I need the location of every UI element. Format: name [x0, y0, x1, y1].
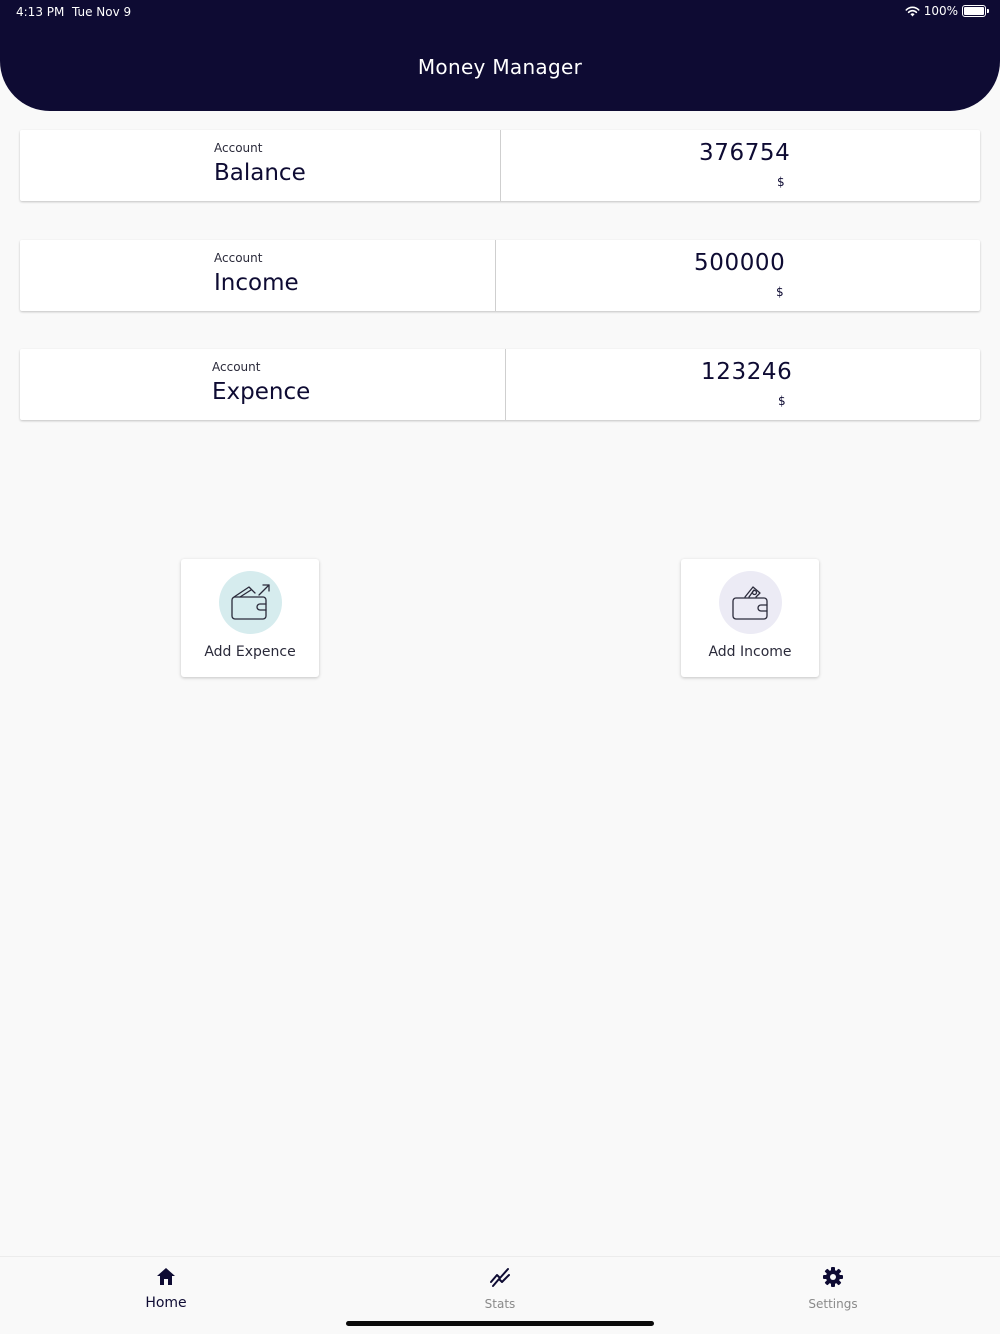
- account-balance-card: Account Balance 376754 $: [20, 130, 980, 201]
- add-income-label: Add Income: [708, 644, 792, 660]
- account-caption: Account: [214, 251, 263, 265]
- wallet-income-icon: [719, 571, 782, 634]
- currency-symbol: $: [777, 175, 785, 189]
- currency-symbol: $: [778, 394, 786, 408]
- nav-label-stats: Stats: [484, 1297, 516, 1311]
- add-expence-label: Add Expence: [204, 644, 296, 660]
- account-card-right: 500000 $: [496, 240, 980, 311]
- nav-label-settings: Settings: [808, 1297, 858, 1311]
- account-card-left: Account Income: [20, 240, 496, 311]
- nav-label-home: Home: [145, 1295, 187, 1311]
- app-header: 4:13 PM Tue Nov 9 100% Money Manager: [0, 0, 1000, 111]
- wallet-expense-icon: [219, 571, 282, 634]
- nav-item-home[interactable]: Home: [106, 1265, 226, 1311]
- account-label: Expence: [212, 379, 311, 405]
- battery-icon: [962, 5, 989, 17]
- page-title: Money Manager: [417, 55, 583, 79]
- account-expence-card: Account Expence 123246 $: [20, 349, 980, 420]
- home-icon: [157, 1268, 175, 1285]
- status-indicators: 100%: [905, 4, 989, 18]
- nav-item-stats[interactable]: Stats: [440, 1265, 560, 1311]
- account-caption: Account: [212, 360, 261, 374]
- account-card-left: Account Expence: [20, 349, 506, 420]
- account-amount: 123246: [701, 359, 793, 385]
- account-label: Balance: [214, 160, 306, 186]
- account-amount: 500000: [694, 250, 786, 276]
- stats-icon: [490, 1268, 510, 1287]
- account-card-right: 376754 $: [501, 130, 980, 201]
- gear-icon: [823, 1267, 843, 1287]
- wifi-icon: [905, 6, 920, 16]
- battery-percent: 100%: [923, 4, 958, 18]
- status-date: Tue Nov 9: [72, 5, 132, 19]
- account-card-left: Account Balance: [20, 130, 501, 201]
- account-card-right: 123246 $: [506, 349, 980, 420]
- status-time: 4:13 PM: [16, 5, 65, 19]
- add-expence-button[interactable]: Add Expence: [181, 559, 319, 677]
- home-indicator: [346, 1321, 654, 1326]
- currency-symbol: $: [776, 285, 784, 299]
- account-amount: 376754: [699, 140, 791, 166]
- account-caption: Account: [214, 141, 263, 155]
- nav-item-settings[interactable]: Settings: [773, 1265, 893, 1311]
- account-income-card: Account Income 500000 $: [20, 240, 980, 311]
- status-bar: 4:13 PM Tue Nov 9 100%: [0, 0, 1000, 24]
- add-income-button[interactable]: Add Income: [681, 559, 819, 677]
- account-label: Income: [214, 270, 299, 296]
